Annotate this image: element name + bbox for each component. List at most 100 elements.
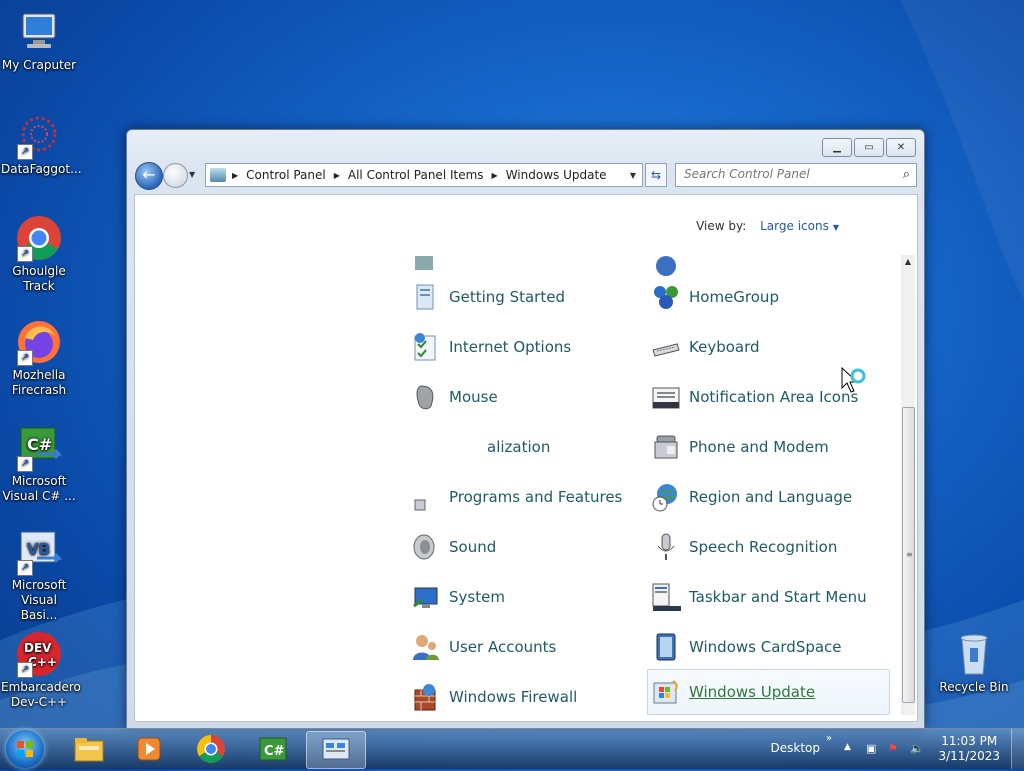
list-item-phone-and-modem[interactable]: Phone and Modem (651, 425, 829, 469)
clock-date: 3/11/2023 (938, 749, 1000, 763)
toolbar-chevron-icon[interactable]: » (826, 733, 832, 744)
search-icon[interactable]: ⌕ (903, 167, 910, 182)
list-item-keyboard[interactable]: Keyboard (651, 325, 760, 369)
volume-icon[interactable]: 🔈 (910, 742, 924, 756)
show-desktop-button[interactable] (1011, 729, 1024, 769)
address-bar[interactable]: ▶ Control Panel ▶ All Control Panel Item… (205, 163, 643, 187)
item-label: User Accounts (449, 638, 557, 656)
taskbar-explorer[interactable] (60, 731, 118, 767)
breadcrumb-all-items[interactable]: All Control Panel Items (348, 168, 484, 182)
refresh-button[interactable]: ⇆ (645, 163, 667, 187)
tray-expand-icon[interactable]: ▲ (844, 742, 858, 756)
desktop-icon-label: Mozhella Firecrash (11, 368, 67, 397)
recycle-bin-icon (950, 630, 998, 678)
desktop-icon-recycle-bin[interactable]: Recycle Bin (936, 630, 1012, 695)
list-item-windows-firewall[interactable]: Windows Firewall (411, 675, 577, 715)
control-panel-window[interactable]: ▁ ▭ ✕ ← ▼ ▶ Control Panel ▶ All Control … (126, 129, 925, 729)
list-item-programs-and-features[interactable]: Programs and Features (411, 475, 622, 519)
list-item-user-accounts[interactable]: User Accounts (411, 625, 556, 669)
desktop-icon-visual-csharp[interactable]: C# ↗ Microsoft Visual C# ... (1, 424, 77, 504)
firewall-icon (411, 682, 441, 712)
system-icon (411, 582, 441, 612)
item-label: Region and Language (689, 488, 853, 506)
minimize-button[interactable]: ▁ (822, 138, 852, 157)
keyboard-icon (651, 332, 681, 362)
shortcut-arrow-icon: ↗ (17, 662, 33, 678)
vertical-scrollbar[interactable]: ▲ ≡ (901, 255, 915, 715)
svg-text:C#: C# (27, 435, 52, 454)
desktop-icon-visual-basic[interactable]: VB ↗ Microsoft Visual Basi... (1, 528, 77, 623)
list-item-getting-started[interactable]: Getting Started (411, 275, 565, 319)
forward-button[interactable] (163, 163, 188, 188)
breadcrumb-windows-update[interactable]: Windows Update (506, 168, 607, 182)
breadcrumb-control-panel[interactable]: Control Panel (246, 168, 326, 182)
list-item-notification-area-icons[interactable]: Notification Area Icons (651, 375, 858, 419)
list-item-system[interactable]: System (411, 575, 505, 619)
item-label: Taskbar and Start Menu (689, 588, 867, 606)
item-label: HomeGroup (689, 288, 779, 306)
control-panel-icon (210, 168, 226, 182)
chrome-icon: ↗ (15, 214, 63, 262)
mouse-icon (411, 382, 441, 412)
chevron-right-icon[interactable]: ▶ (492, 171, 498, 180)
list-item-personalization[interactable]: alization (411, 425, 550, 469)
phone-modem-icon (651, 432, 681, 462)
action-center-flag-icon[interactable]: ⚑ (888, 742, 902, 756)
desktop-icon-mozhella-firecrash[interactable]: ↗ Mozhella Firecrash (1, 318, 77, 398)
start-button[interactable] (6, 730, 44, 768)
back-button[interactable]: ← (135, 162, 163, 190)
shortcut-arrow-icon: ↗ (17, 246, 33, 262)
desktop-icon-dev-cpp[interactable]: DEV C++ ↗ Embarcadero Dev-C++ (1, 630, 81, 710)
list-item-homegroup[interactable]: HomeGroup (651, 275, 779, 319)
list-item-sound[interactable]: Sound (411, 525, 496, 569)
taskbar-start-menu-icon (651, 582, 681, 612)
getting-started-icon (411, 282, 441, 312)
content-pane: View by: Large icons ▼ Getting Started In… (134, 194, 918, 722)
window-controls: ▁ ▭ ✕ (822, 138, 916, 157)
list-item-windows-cardspace[interactable]: Windows CardSpace (651, 625, 842, 669)
list-item-taskbar-and-start-menu[interactable]: Taskbar and Start Menu (651, 575, 867, 619)
list-item-mouse[interactable]: Mouse (411, 375, 498, 419)
list-item-speech-recognition[interactable]: Speech Recognition (651, 525, 837, 569)
list-item-windows-update[interactable]: Windows Update (647, 669, 890, 715)
scrollbar-thumb[interactable]: ≡ (902, 407, 915, 703)
desktop-icon-label: My Craputer (1, 58, 77, 72)
svg-text:VB: VB (27, 540, 50, 558)
datagrip-icon: ↗ (15, 112, 63, 160)
recent-pages-dropdown-icon[interactable]: ▼ (189, 170, 195, 179)
item-label: Getting Started (449, 288, 565, 306)
maximize-button[interactable]: ▭ (854, 138, 884, 157)
desktop-icon-label: DataFaggot... (1, 162, 82, 176)
taskbar-control-panel[interactable] (306, 731, 366, 769)
desktop-toolbar-label[interactable]: Desktop (771, 741, 821, 755)
search-box[interactable]: ⌕ (675, 163, 917, 187)
desktop-icon-datafaggot[interactable]: ↗ DataFaggot... (1, 112, 82, 177)
address-dropdown-icon[interactable]: ▼ (630, 171, 636, 180)
desktop-icon-label: Microsoft Visual Basi... (11, 578, 67, 622)
taskbar-chrome[interactable] (182, 731, 240, 767)
internet-options-icon (411, 332, 441, 362)
list-item-region-and-language[interactable]: Region and Language (651, 475, 852, 519)
scroll-up-icon[interactable]: ▲ (901, 255, 915, 269)
desktop-icon-ghoulgle-track[interactable]: ↗ Ghoulgle Track (1, 214, 77, 294)
search-input[interactable] (676, 164, 884, 184)
cardspace-icon (651, 632, 681, 662)
taskbar: C# » Desktop ▲ ▣ ⚑ 🔈 11:03 PM 3/11/2023 (0, 728, 1024, 769)
item-label: Notification Area Icons (689, 388, 859, 406)
clock[interactable]: 11:03 PM 3/11/2023 (938, 734, 1000, 764)
desktop-icon-my-computer[interactable]: My Craputer (1, 8, 77, 73)
item-label: Keyboard (689, 338, 760, 356)
desktop-icon-label: Ghoulgle Track (12, 264, 66, 293)
chevron-down-icon[interactable]: ▼ (833, 223, 839, 232)
taskbar-visual-csharp[interactable]: C# (244, 731, 302, 767)
list-item-internet-options[interactable]: Internet Options (411, 325, 571, 369)
desktop-icon-label: Embarcadero Dev-C++ (1, 680, 81, 709)
view-by-dropdown[interactable]: Large icons (760, 219, 829, 233)
network-icon[interactable]: ▣ (866, 742, 880, 756)
chevron-right-icon[interactable]: ▶ (334, 171, 340, 180)
close-button[interactable]: ✕ (886, 138, 916, 157)
chevron-right-icon[interactable]: ▶ (232, 171, 238, 180)
item-label: Speech Recognition (689, 538, 838, 556)
taskbar-media-player[interactable] (120, 731, 178, 767)
system-tray: » Desktop ▲ ▣ ⚑ 🔈 11:03 PM 3/11/2023 (764, 729, 1024, 769)
